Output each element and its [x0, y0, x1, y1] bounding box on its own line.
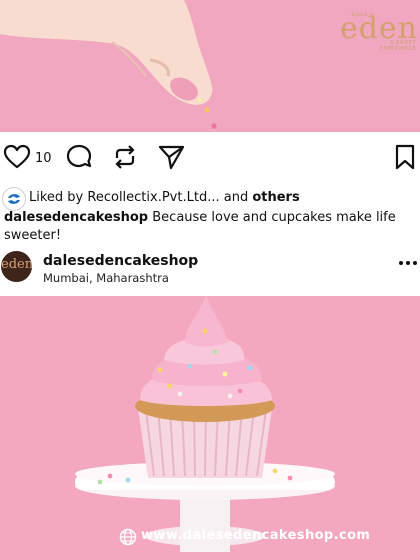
caption-username-link[interactable]: dalesedencakeshop — [4, 210, 148, 225]
more-horizontal-icon[interactable] — [398, 256, 418, 270]
logo-tagline: A SWEET EXPERIENCE — [379, 40, 416, 52]
owner-avatar-logo: eden — [1, 257, 32, 272]
liked-by-user-link[interactable]: Recollectix.Pvt.Ltd... — [87, 190, 219, 205]
repost-icon[interactable] — [112, 144, 138, 170]
globe-icon — [119, 528, 137, 546]
liked-by-prefix: Liked by — [29, 190, 84, 205]
website-footer: www.dalesedencakeshop.com — [0, 526, 420, 548]
website-link[interactable]: www.dalesedencakeshop.com — [141, 528, 370, 543]
post-actions-bar: 10 — [0, 132, 420, 184]
send-icon[interactable] — [158, 144, 185, 170]
liked-by-and: and — [223, 190, 249, 205]
owner-avatar[interactable]: eden — [1, 251, 32, 282]
liked-by-avatar[interactable] — [2, 187, 26, 211]
cupcake-photo — [0, 296, 420, 560]
post-info-card: 10 Liked by Recollectix.Pvt.Ltd... and o… — [0, 132, 420, 296]
owner-location-link[interactable]: Mumbai, Maharashtra — [43, 271, 169, 285]
bookmark-icon[interactable] — [394, 144, 416, 170]
liked-by-text: Liked by Recollectix.Pvt.Ltd... and othe… — [29, 190, 300, 205]
post-caption: dalesedencakeshop Because love and cupca… — [4, 209, 416, 245]
post-owner-row: eden dalesedencakeshop Mumbai, Maharasht… — [0, 250, 420, 294]
comment-icon[interactable] — [66, 144, 92, 170]
liked-by-row: Liked by Recollectix.Pvt.Ltd... and othe… — [2, 186, 418, 211]
recollectix-logo-icon — [4, 189, 24, 209]
like-count: 10 — [35, 151, 52, 166]
heart-icon[interactable] — [3, 144, 31, 170]
eden-brand-logo: DALE'S eden A SWEET EXPERIENCE — [340, 12, 418, 52]
liked-by-others-link[interactable]: others — [252, 190, 299, 205]
owner-username-link[interactable]: dalesedencakeshop — [43, 253, 198, 269]
